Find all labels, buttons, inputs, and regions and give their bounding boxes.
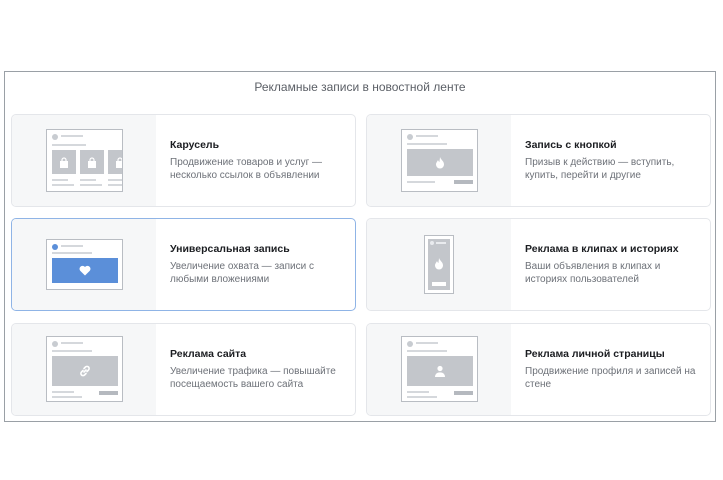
heart-icon	[79, 265, 91, 276]
card-description: Увеличение охвата — записи с любыми влож…	[170, 261, 314, 285]
shopping-bag-icon	[116, 156, 122, 168]
card-clips-stories[interactable]: Реклама в клипах и историях Ваши объявле…	[366, 218, 711, 311]
card-title: Карусель	[170, 139, 220, 151]
universal-post-preview	[12, 219, 156, 310]
shopping-bag-icon	[60, 156, 68, 168]
flame-icon	[436, 156, 444, 168]
carousel-preview	[12, 115, 156, 206]
card-description: Призыв к действию — вступить, купить, пе…	[525, 157, 675, 181]
personal-page-thumbnail	[401, 336, 478, 402]
universal-post-thumbnail	[46, 239, 123, 290]
card-title: Реклама сайта	[170, 348, 247, 360]
card-website-ad[interactable]: Реклама сайта Увеличение трафика — повыш…	[11, 323, 356, 416]
card-universal-post[interactable]: Универсальная запись Увеличение охвата —…	[11, 218, 356, 311]
card-title: Универсальная запись	[170, 243, 290, 255]
user-icon	[435, 365, 445, 377]
card-button-post[interactable]: Запись с кнопкой Призыв к действию — вст…	[366, 114, 711, 207]
card-title: Реклама личной страницы	[525, 348, 665, 360]
clips-stories-thumbnail	[424, 235, 454, 294]
card-description: Продвижение товаров и услуг — несколько …	[170, 157, 323, 181]
carousel-thumbnail	[46, 129, 123, 192]
personal-page-preview	[367, 324, 511, 415]
card-title: Реклама в клипах и историях	[525, 243, 679, 255]
section-title: Рекламные записи в новостной ленте	[254, 80, 466, 94]
flame-icon	[435, 258, 443, 270]
card-personal-page-ad[interactable]: Реклама личной страницы Продвижение проф…	[366, 323, 711, 416]
clips-stories-preview	[367, 219, 511, 310]
card-carousel[interactable]: Карусель Продвижение товаров и услуг — н…	[11, 114, 356, 207]
website-ad-preview	[12, 324, 156, 415]
link-icon	[80, 365, 90, 377]
shopping-bag-icon	[88, 156, 96, 168]
button-post-preview	[367, 115, 511, 206]
card-description: Увеличение трафика — повышайте посещаемо…	[170, 366, 336, 390]
card-title: Запись с кнопкой	[525, 139, 617, 151]
ad-format-panel: Рекламные записи в новостной ленте Карус…	[4, 71, 716, 422]
card-description: Ваши объявления в клипах и историях поль…	[525, 261, 661, 285]
button-post-thumbnail	[401, 129, 478, 192]
card-description: Продвижение профиля и записей на стене	[525, 366, 696, 390]
website-ad-thumbnail	[46, 336, 123, 402]
